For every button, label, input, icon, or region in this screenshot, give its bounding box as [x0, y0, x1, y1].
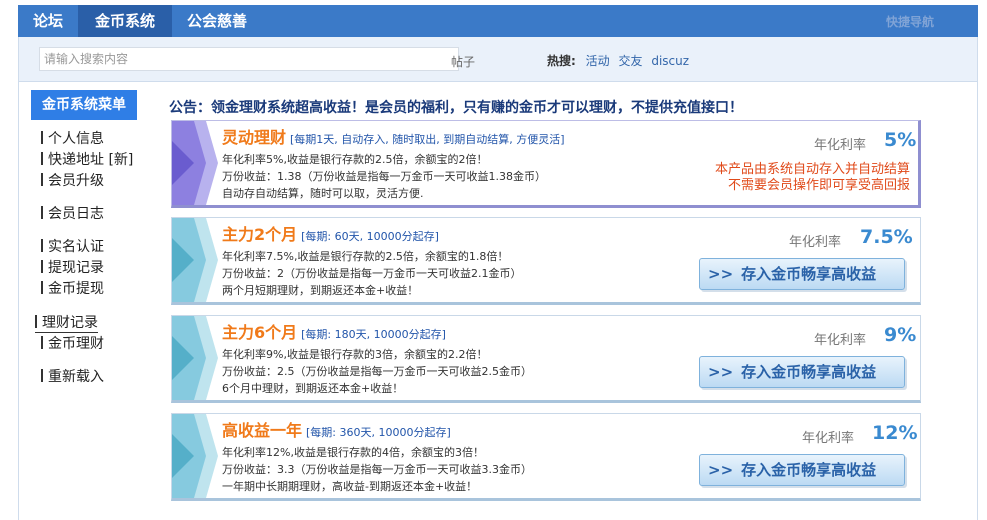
product-line: 万份收益：2（万份收益是指每一万金币一天可收益2.1金币） [222, 267, 522, 280]
rate-label: 年化利率 [814, 138, 867, 153]
product-title: 主力6个月 [每期: 180天, 10000分起存] [222, 319, 446, 343]
product-period: [每期: 180天, 10000分起存] [301, 328, 446, 341]
double-arrow-icon: >> [708, 265, 734, 283]
search-input[interactable]: 请输入搜索内容 [39, 47, 459, 71]
deposit-button[interactable]: >> 存入金币畅享高收益 [699, 356, 905, 388]
sidebar-item-label: 重新载入 [48, 369, 104, 385]
rate-label: 年化利率 [789, 235, 842, 250]
menu-bar-icon [41, 152, 43, 165]
product-period: [每期: 60天, 10000分起存] [301, 230, 439, 243]
menu-bar-icon [41, 369, 43, 382]
deposit-button-label: 存入金币畅享高收益 [741, 363, 877, 381]
sidebar-item-label: 个人信息 [48, 131, 104, 147]
sidebar-item-upgrade[interactable]: 会员升级 [41, 170, 104, 190]
product-name: 主力6个月 [222, 323, 298, 342]
tab-guild-charity[interactable]: 公会慈善 [172, 5, 262, 37]
deposit-button[interactable]: >> 存入金币畅享高收益 [699, 454, 905, 486]
product-line: 两个月短期理财，到期返还本金+收益！ [222, 284, 419, 297]
sidebar-item-profile[interactable]: 个人信息 [41, 128, 104, 148]
product-title: 主力2个月 [每期: 60天, 10000分起存] [222, 221, 439, 245]
sidebar-item-finance[interactable]: 金币理财 [41, 333, 104, 353]
menu-bar-icon [41, 281, 43, 294]
search-bar: 请输入搜索内容 帖子 热搜: 活动 交友 discuz [18, 37, 978, 82]
sidebar-item-label: 实名认证 [48, 239, 104, 255]
menu-bar-icon [41, 336, 43, 349]
menu-bar-icon [41, 131, 43, 144]
gem-icon [172, 218, 218, 302]
auto-note-line: 本产品由系统自动存入并自动结算 [714, 162, 910, 177]
product-line: 万份收益：3.3（万份收益是指每一万金币一天可收益3.3金币） [222, 463, 532, 476]
product-card-1-year: 高收益一年 [每期: 360天, 10000分起存] 年化利率12%,收益是银行存… [171, 413, 921, 501]
menu-bar-icon [41, 260, 43, 273]
product-card-6-months: 主力6个月 [每期: 180天, 10000分起存] 年化利率9%,收益是银行存款… [171, 315, 921, 403]
deposit-button-label: 存入金币畅享高收益 [741, 461, 877, 479]
tab-coin-system[interactable]: 金币系统 [78, 5, 172, 37]
product-name: 高收益一年 [222, 421, 303, 440]
product-line: 一年期中长期期理财，高收益-到期返还本金+收益！ [222, 480, 478, 493]
hot-link-discuz[interactable]: discuz [651, 54, 689, 68]
product-line: 6个月中理财，到期返还本金+收益！ [222, 382, 404, 395]
product-line: 年化利率9%,收益是银行存款的3倍，余额宝的2.2倍！ [222, 348, 488, 361]
quick-nav-link[interactable]: 快捷导航 [886, 5, 934, 39]
sidebar-item-withdraw-records[interactable]: 提现记录 [41, 257, 104, 277]
rate-value: 9% [884, 324, 917, 346]
product-line: 万份收益：1.38（万份收益是指每一万金币一天可收益1.38金币） [222, 170, 546, 183]
rate-value: 7.5% [860, 226, 913, 248]
deposit-button[interactable]: >> 存入金币畅享高收益 [699, 258, 905, 290]
product-line: 年化利率12%,收益是银行存款的4倍，余额宝的3倍！ [222, 446, 484, 459]
hot-link-activity[interactable]: 活动 [586, 54, 610, 68]
sidebar-item-reload[interactable]: 重新载入 [41, 366, 104, 386]
hot-search-label: 热搜: [547, 54, 576, 68]
sidebar-item-label: 金币提现 [48, 281, 104, 297]
sidebar-item-withdraw[interactable]: 金币提现 [41, 278, 104, 298]
product-line: 年化利率5%,收益是银行存款的2.5倍，余额宝的2倍！ [222, 153, 488, 166]
main-content: 金币系统菜单 个人信息 快递地址 [新] 会员升级 会员日志 实名认证 提现记录… [18, 82, 978, 520]
gem-icon [172, 121, 218, 205]
sidebar-item-log[interactable]: 会员日志 [41, 203, 104, 223]
notice-banner: 公告：领金理财系统超高收益！是会员的福利，只有赚的金币才可以理财，不提供充值接口… [169, 100, 743, 116]
sidebar-item-label: 提现记录 [48, 260, 104, 276]
product-line: 自动存自动结算，随时可以取，灵活方便. [222, 187, 424, 200]
hot-search: 热搜: 活动 交友 discuz [547, 52, 694, 69]
rate-value: 12% [872, 422, 918, 444]
menu-bar-icon [41, 206, 43, 219]
product-title: 灵动理财 [每期1天, 自动存入, 随时取出, 到期自动结算, 方便灵活] [222, 124, 565, 148]
top-nav: 论坛 金币系统 公会慈善 快捷导航 [18, 5, 978, 37]
product-line: 年化利率7.5%,收益是银行存款的2.5倍，余额宝的1.8倍！ [222, 250, 509, 263]
auto-note-line: 不需要会员操作即可享受高回报 [727, 178, 910, 193]
gem-icon [172, 414, 218, 498]
double-arrow-icon: >> [708, 461, 734, 479]
rate-value: 5% [884, 129, 917, 151]
sidebar-item-verify[interactable]: 实名认证 [41, 236, 104, 256]
product-line: 万份收益：2.5（万份收益是指每一万金币一天可收益2.5金币） [222, 365, 532, 378]
tab-forum[interactable]: 论坛 [18, 5, 78, 37]
product-title: 高收益一年 [每期: 360天, 10000分起存] [222, 417, 451, 441]
sidebar-item-label: 金币理财 [48, 336, 104, 352]
product-card-2-months: 主力2个月 [每期: 60天, 10000分起存] 年化利率7.5%,收益是银行存… [171, 217, 921, 305]
gem-icon [172, 316, 218, 400]
deposit-button-label: 存入金币畅享高收益 [741, 265, 877, 283]
product-period: [每期1天, 自动存入, 随时取出, 到期自动结算, 方便灵活] [290, 133, 565, 146]
auto-note: 本产品由系统自动存入并自动结算 不需要会员操作即可享受高回报 [715, 162, 910, 194]
menu-bar-icon [41, 173, 43, 186]
sidebar-item-label: 会员日志 [48, 206, 104, 222]
sidebar-item-address[interactable]: 快递地址 [新] [41, 149, 133, 169]
rate-label: 年化利率 [802, 431, 855, 446]
product-name: 灵动理财 [222, 128, 287, 147]
sidebar-item-label: 会员升级 [48, 173, 104, 189]
double-arrow-icon: >> [708, 363, 734, 381]
product-name: 主力2个月 [222, 225, 298, 244]
hot-link-dating[interactable]: 交友 [618, 54, 642, 68]
sidebar-item-finance-records[interactable]: 理财记录 [35, 312, 98, 333]
menu-bar-icon [41, 239, 43, 252]
sidebar-title: 金币系统菜单 [31, 90, 137, 120]
search-type-select[interactable]: 帖子 [451, 53, 475, 70]
product-period: [每期: 360天, 10000分起存] [306, 426, 451, 439]
rate-label: 年化利率 [814, 333, 867, 348]
sidebar-item-label: 快递地址 [新] [48, 152, 134, 168]
page: 论坛 金币系统 公会慈善 快捷导航 请输入搜索内容 帖子 热搜: 活动 交友 d… [0, 0, 987, 520]
sidebar-item-label: 理财记录 [42, 315, 98, 331]
product-card-flexible: 灵动理财 [每期1天, 自动存入, 随时取出, 到期自动结算, 方便灵活] 年化利… [171, 120, 921, 208]
menu-bar-icon [35, 315, 37, 328]
